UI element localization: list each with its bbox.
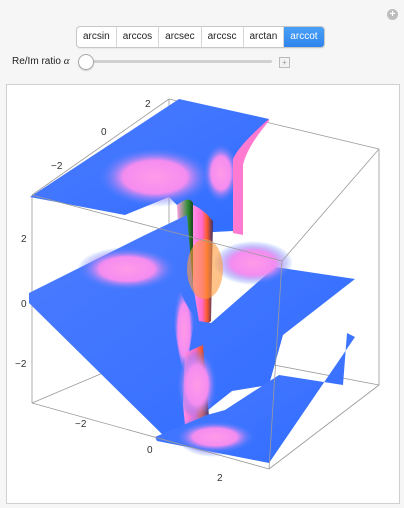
ratio-slider-thumb[interactable]: [78, 54, 94, 70]
tab-arccot[interactable]: arccot: [284, 27, 324, 47]
tick-top-2: 2: [145, 99, 151, 110]
tab-arccsc[interactable]: arccsc: [202, 27, 244, 47]
tab-arctan[interactable]: arctan: [244, 27, 285, 47]
tick-top-neg2: −2: [51, 161, 63, 172]
slider-expand-icon[interactable]: +: [279, 57, 290, 68]
tab-arccos[interactable]: arccos: [117, 27, 160, 47]
tick-bottom-neg2: −2: [75, 419, 87, 430]
tick-left-0: 0: [21, 299, 27, 310]
tick-bottom-2: 2: [217, 473, 223, 484]
surface-plot[interactable]: 2 0 −2 2 0 −2 −2 0 2: [7, 85, 399, 503]
axis-ticks-left: 2 0 −2: [15, 234, 27, 370]
tab-arcsin[interactable]: arcsin: [77, 27, 117, 47]
ratio-slider-label: Re/Im ratio α: [12, 55, 69, 67]
tick-top-0: 0: [101, 127, 107, 138]
ratio-label-text: Re/Im ratio: [12, 56, 61, 67]
tab-arcsec[interactable]: arcsec: [159, 27, 202, 47]
tick-left-neg2: −2: [15, 359, 27, 370]
ratio-slider-row: Re/Im ratio α +: [12, 54, 392, 70]
ratio-slider-track[interactable]: [80, 60, 272, 63]
function-tabs: arcsin arccos arcsec arccsc arctan arcco…: [76, 26, 325, 48]
tick-bottom-0: 0: [147, 445, 153, 456]
tick-left-2: 2: [21, 234, 27, 245]
plot-3d-panel[interactable]: 2 0 −2 2 0 −2 −2 0 2: [6, 84, 400, 504]
alpha-symbol: α: [63, 55, 70, 67]
expand-plus-icon[interactable]: +: [387, 9, 398, 20]
